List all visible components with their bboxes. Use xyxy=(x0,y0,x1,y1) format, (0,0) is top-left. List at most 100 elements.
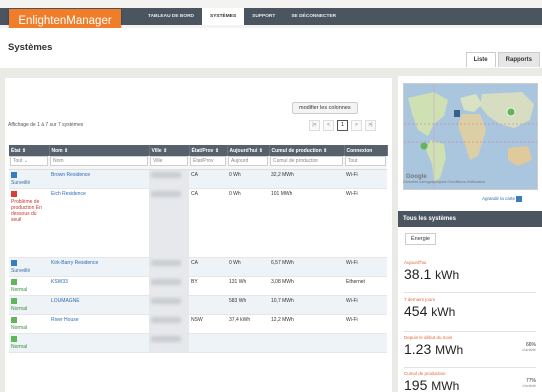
page-number[interactable]: 1 xyxy=(337,120,348,131)
cumul-cell xyxy=(269,333,344,353)
nav-dashboard[interactable]: TABLEAU DE BORD xyxy=(140,8,202,25)
name-cell[interactable] xyxy=(49,333,149,353)
connexion-cell xyxy=(344,333,387,353)
status-label: Surveillé xyxy=(11,180,31,186)
status-label: Normal xyxy=(11,325,28,331)
name-filter-input[interactable]: Nom xyxy=(50,156,148,166)
connexion-cell: Ethernet xyxy=(344,276,387,296)
header-connexion[interactable]: Connexion xyxy=(344,145,388,156)
system-name-link[interactable]: Eich Residence xyxy=(51,191,86,197)
today-cell: 583 Wh xyxy=(227,295,269,315)
next-page-button[interactable]: > xyxy=(351,120,362,131)
map-marker-green xyxy=(420,142,428,150)
system-name-link[interactable]: Kirk-Barry Residence xyxy=(51,260,98,266)
city-cell xyxy=(149,257,189,277)
name-cell[interactable]: Brown Residence xyxy=(49,169,149,189)
last-page-button[interactable]: >| xyxy=(365,120,376,131)
map-marker-blue xyxy=(454,110,460,117)
prov-cell: CA xyxy=(189,169,227,189)
status-icon xyxy=(11,172,17,178)
table-row[interactable]: Surveillé Kirk-Barry Residence CA 0 Wh 6,57 … xyxy=(9,257,387,277)
city-cell xyxy=(149,169,189,189)
status-cell: Surveillé xyxy=(9,257,49,277)
redacted-city xyxy=(151,317,181,323)
name-cell[interactable]: Eich Residence xyxy=(49,188,149,258)
table-row[interactable]: Normal River House NSW 37,4 kWh 12,2 MWh Wi-F… xyxy=(9,314,387,334)
name-cell[interactable]: LOUMAGNE xyxy=(49,295,149,315)
header-name[interactable]: Nom ⇕ xyxy=(49,145,150,156)
table-row[interactable]: Normal LOUMAGNE 583 Wh 10,7 MWh Wi-Fi xyxy=(9,295,387,315)
status-icon xyxy=(11,298,17,304)
table-row[interactable]: Problème de production En dessous du seu… xyxy=(9,188,387,258)
name-cell[interactable]: Kirk-Barry Residence xyxy=(49,257,149,277)
tab-energy[interactable]: Énergie xyxy=(405,233,436,245)
name-cell[interactable]: River House xyxy=(49,314,149,334)
status-cell: Problème de production En dessous du seu… xyxy=(9,188,49,258)
stat-percent: 77% d'activité xyxy=(522,378,536,388)
header-status[interactable]: État ⇕ xyxy=(9,145,50,156)
prev-page-button[interactable]: < xyxy=(323,120,334,131)
map-attribution[interactable]: Données cartographiques Conditions d'uti… xyxy=(403,180,485,184)
prov-cell: CA xyxy=(189,257,227,277)
city-cell xyxy=(149,314,189,334)
system-name-link[interactable]: Brown Residence xyxy=(51,172,90,178)
today-cell: 37,4 kWh xyxy=(227,314,269,334)
prov-cell: NSW xyxy=(189,314,227,334)
today-cell: 131 Wh xyxy=(227,276,269,296)
connexion-cell: Wi-Fi xyxy=(344,257,387,277)
app-window: TABLEAU DE BORD SYSTÈMES SUPPORT SE DÉCO… xyxy=(0,0,542,392)
system-name-link[interactable]: LOUMAGNE xyxy=(51,298,80,304)
nav-systems[interactable]: SYSTÈMES xyxy=(202,8,245,25)
name-cell[interactable]: KSW33 xyxy=(49,276,149,296)
prov-cell xyxy=(189,333,227,353)
city-cell xyxy=(149,333,189,353)
status-cell: Normal xyxy=(9,333,49,353)
status-icon xyxy=(11,191,17,197)
cumul-cell: 6,57 MWh xyxy=(269,257,344,277)
status-cell: Normal xyxy=(9,276,49,296)
status-label: Normal xyxy=(11,344,28,350)
header-today[interactable]: Aujourd'hui ⇕ xyxy=(227,145,270,156)
today-filter-input[interactable]: Aujourd xyxy=(228,156,268,166)
filter-row: Tout ⌄ Nom Ville État/Prov Aujourd Cumul… xyxy=(9,156,387,170)
system-name-link[interactable]: River House xyxy=(51,317,79,323)
first-page-button[interactable]: |< xyxy=(309,120,320,131)
system-name-link[interactable]: KSW33 xyxy=(51,279,68,285)
tab-reports[interactable]: Rapports xyxy=(497,52,540,67)
redacted-city xyxy=(151,260,181,266)
stat-7-days: 7 derniers jours 454 kWh xyxy=(404,297,536,319)
header-prov[interactable]: État/Prov ⇕ xyxy=(189,145,228,156)
header-cumul[interactable]: Cumul de production ⇕ xyxy=(269,145,345,156)
nav-logout[interactable]: SE DÉCONNECTER xyxy=(283,8,344,25)
stat-lifetime: Cumul de production 195 MWh 77% d'activit… xyxy=(404,371,536,392)
cumul-filter-input[interactable]: Cumul de productior xyxy=(270,156,343,166)
connexion-cell: Wi-Fi xyxy=(344,314,387,334)
nav-support[interactable]: SUPPORT xyxy=(244,8,283,25)
today-cell: 0 Wh xyxy=(227,257,269,277)
pagination: |< < 1 > >| xyxy=(309,120,376,131)
table-row[interactable]: Normal xyxy=(9,333,387,353)
status-cell: Normal xyxy=(9,295,49,315)
enlarge-map-link[interactable]: Agrandir la carte xyxy=(482,196,523,202)
connexion-filter-select[interactable]: Tout xyxy=(345,156,386,166)
header-city[interactable]: Ville ⇕ xyxy=(149,145,190,156)
cumul-cell: 32,2 MWh xyxy=(269,169,344,189)
stat-value: 195 MWh xyxy=(404,377,460,392)
prov-filter-input[interactable]: État/Prov xyxy=(190,156,226,166)
status-filter-select[interactable]: Tout ⌄ xyxy=(10,156,48,166)
cumul-cell: 10,7 MWh xyxy=(269,295,344,315)
redacted-city xyxy=(151,336,181,342)
redacted-city xyxy=(151,298,181,304)
stat-value: 38.1 kWh xyxy=(404,266,460,282)
table-row[interactable]: Normal KSW33 BY 131 Wh 3,08 MWh Ethernet xyxy=(9,276,387,296)
status-cell: Surveillé xyxy=(9,169,49,189)
table-row[interactable]: Surveillé Brown Residence CA 0 Wh 32,2 MWh Wi… xyxy=(9,169,387,189)
divider xyxy=(404,292,536,293)
title-bar xyxy=(0,28,542,68)
nav-items: TABLEAU DE BORD SYSTÈMES SUPPORT SE DÉCO… xyxy=(140,8,344,25)
tab-list[interactable]: Liste xyxy=(465,52,496,67)
city-cell xyxy=(149,295,189,315)
edit-columns-button[interactable]: modifier les colonnes xyxy=(292,102,358,114)
city-filter-input[interactable]: Ville xyxy=(150,156,188,166)
stat-label: Aujourd'hui xyxy=(404,260,427,265)
